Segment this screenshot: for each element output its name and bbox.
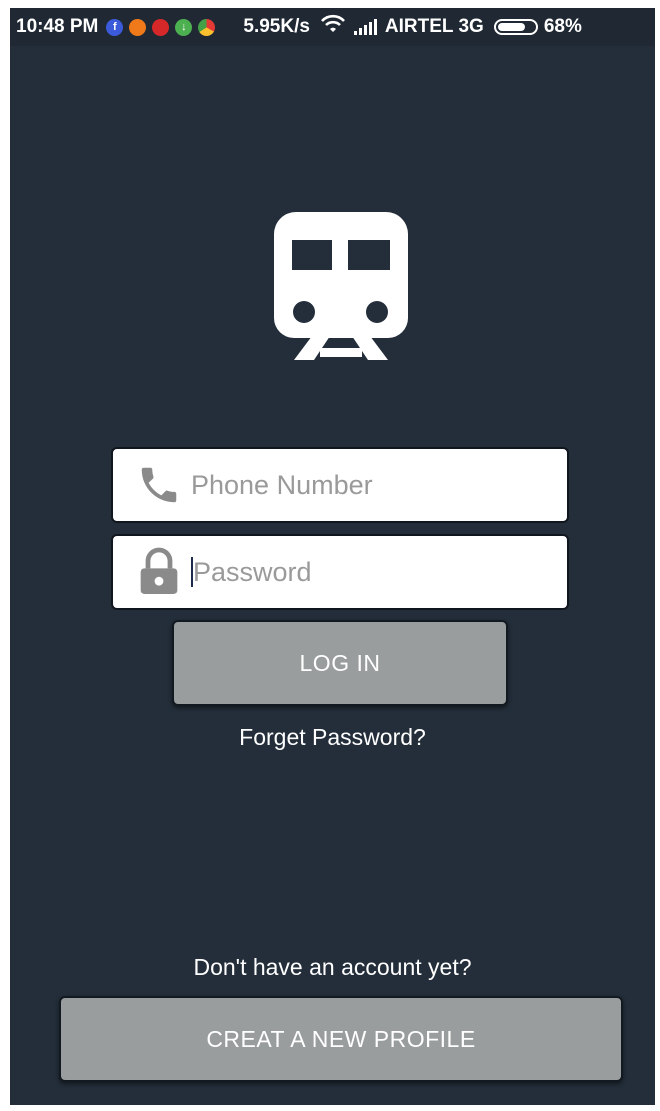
no-account-prompt: Don't have an account yet? [193, 954, 472, 980]
carrier-label: AIRTEL 3G [384, 16, 484, 37]
status-bar: 10:48 PM f ↓ 5.95K/s AIRTEL 3G 68% [10, 8, 655, 46]
facebook-icon: f [106, 18, 124, 36]
app-icon-red [152, 18, 170, 36]
download-icon: ↓ [175, 18, 193, 36]
chrome-icon [198, 18, 216, 36]
lock-icon [131, 547, 187, 597]
phone-input[interactable] [187, 469, 551, 501]
forgot-password-link[interactable]: Forget Password? [10, 724, 655, 751]
phone-field[interactable] [111, 447, 569, 523]
battery-icon [493, 19, 538, 35]
network-speed: 5.95K/s [243, 16, 310, 37]
app-icon-orange [129, 18, 147, 36]
train-icon [274, 208, 408, 360]
phone-icon [131, 460, 187, 510]
password-field[interactable] [111, 534, 569, 610]
login-button[interactable]: LOG IN [172, 620, 508, 706]
password-input[interactable] [189, 556, 553, 588]
app-screen: 10:48 PM f ↓ 5.95K/s AIRTEL 3G 68% Phone… [10, 8, 655, 1105]
status-time: 10:48 PM [16, 16, 99, 37]
create-profile-button[interactable]: CREAT A NEW PROFILE [59, 996, 623, 1082]
signal-icon [353, 19, 379, 35]
battery-percent: 68% [543, 16, 582, 37]
wifi-icon [320, 14, 346, 40]
